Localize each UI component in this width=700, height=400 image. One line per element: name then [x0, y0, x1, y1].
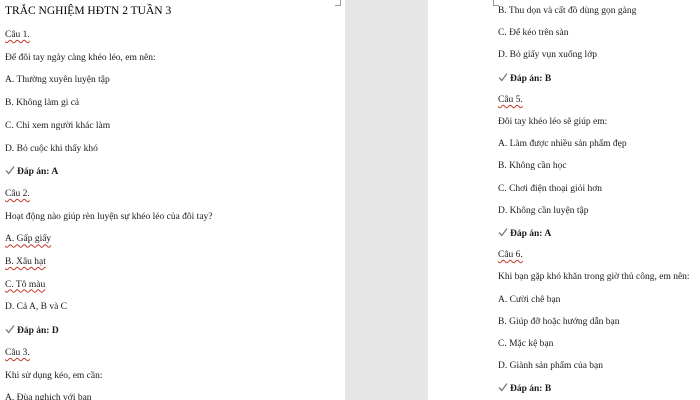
line-text: B. Giúp đỡ hoặc hướng dẫn bạn — [498, 316, 620, 327]
text-line: C. Để kéo trên sàn — [498, 27, 568, 39]
text-line: B. Giúp đỡ hoặc hướng dẫn bạn — [498, 316, 620, 328]
text-line: B. Không làm gì cả — [5, 97, 79, 109]
line-text: D. Giành sản phẩm của bạn — [498, 361, 603, 372]
line-text: A. Đùa nghịch với bạn — [5, 393, 92, 400]
answer-line: Đáp án: A — [5, 165, 58, 178]
text-line: Để đôi tay ngày càng khéo léo, em nên: — [5, 52, 156, 64]
text-line: B. Thu dọn và cất đồ dùng gọn gàng — [498, 5, 636, 17]
text-line: A. Làm được nhiều sản phẩm đẹp — [498, 138, 627, 150]
line-text: C. Mặc kệ bạn — [498, 339, 554, 349]
question-heading: Câu 2. — [5, 188, 30, 200]
line-text: B. Thu dọn và cất đồ dùng gọn gàng — [498, 6, 637, 16]
option-line: B. Xâu hạt — [5, 256, 46, 268]
text-line: Hoạt động nào giúp rèn luyện sự khéo léo… — [5, 211, 213, 223]
answer-text: Đáp án: B — [510, 384, 552, 395]
line-text: D. Không cần luyện tập — [498, 205, 589, 216]
line-text: Để đôi tay ngày càng khéo léo, em nên: — [5, 52, 156, 63]
text-line: B. Không cần học — [498, 160, 567, 172]
line-text: A. Cười chê bạn — [498, 294, 561, 305]
question-heading-text: Câu 5. — [498, 94, 523, 105]
question-heading: Câu 5. — [498, 94, 523, 106]
question-heading-text: Câu 2. — [5, 188, 30, 199]
line-text: Khi sử dụng kéo, em cần: — [5, 370, 103, 381]
text-line: C. Chơi điện thoại giỏi hơn — [498, 183, 602, 195]
text-line: D. Bỏ giấy vụn xuống lớp — [498, 49, 597, 61]
answer-text: Đáp án: A — [17, 167, 59, 178]
checkmark-icon — [5, 325, 15, 334]
text-line: A. Thường xuyên luyện tập — [5, 74, 110, 86]
option-text: B. Xâu hạt — [5, 257, 46, 267]
answer-line: Đáp án: B — [498, 382, 551, 395]
checkmark-icon — [5, 166, 15, 175]
question-heading: Câu 6. — [498, 249, 523, 261]
answer-text: Đáp án: D — [17, 326, 59, 337]
line-text: A. Làm được nhiều sản phẩm đẹp — [498, 139, 627, 150]
line-text: A. Thường xuyên luyện tập — [5, 75, 110, 86]
question-heading-text: Câu 3. — [5, 347, 30, 358]
question-heading-text: Câu 1. — [5, 30, 30, 40]
line-text: D. Bỏ giấy vụn xuống lớp — [498, 50, 597, 61]
answer-line: Đáp án: A — [498, 227, 551, 240]
line-text: Đôi tay khéo léo sẽ giúp em: — [498, 117, 608, 127]
line-text: C. Chỉ xem người khác làm — [5, 120, 111, 131]
text-line: Khi sử dụng kéo, em cần: — [5, 370, 103, 382]
line-text: Hoạt động nào giúp rèn luyện sự khéo léo… — [5, 211, 213, 222]
answer-text: Đáp án: A — [510, 229, 552, 239]
text-line: A. Đùa nghịch với bạn — [5, 392, 92, 400]
document-title: TRẮC NGHIỆM HĐTN 2 TUẦN 3 — [5, 5, 172, 17]
line-text: D. Cả A, B và C — [5, 302, 68, 313]
answer-text: Đáp án: B — [510, 73, 552, 84]
text-line: Khi bạn gặp khó khăn trong giờ thủ công,… — [498, 271, 690, 283]
line-text: C. Chơi điện thoại giỏi hơn — [498, 183, 602, 194]
text-line: Đôi tay khéo léo sẽ giúp em: — [498, 116, 607, 128]
margin-mark — [335, 5, 341, 6]
question-heading: Câu 3. — [5, 347, 30, 359]
answer-line: Đáp án: B — [498, 72, 551, 85]
checkmark-icon — [498, 228, 508, 237]
checkmark-icon — [498, 383, 508, 392]
text-line: D. Không cần luyện tập — [498, 205, 589, 217]
line-text: B. Không làm gì cả — [5, 98, 80, 109]
line-text: B. Không cần học — [498, 161, 567, 172]
option-line: A. Gấp giấy — [5, 233, 51, 245]
checkmark-icon — [498, 72, 508, 82]
text-line: D. Giành sản phẩm của bạn — [498, 360, 603, 372]
document-page-right: B. Thu dọn và cất đồ dùng gọn gàng C. Để … — [428, 0, 700, 400]
option-text: C. Tô màu — [5, 279, 46, 290]
margin-mark — [493, 5, 499, 6]
text-line: A. Cười chê bạn — [498, 294, 560, 306]
question-heading-text: Câu 6. — [498, 250, 523, 261]
question-heading: Câu 1. — [5, 29, 30, 41]
line-text: Khi bạn gặp khó khăn trong giờ thủ công,… — [498, 272, 690, 283]
line-text: C. Để kéo trên sàn — [498, 28, 569, 39]
text-line: C. Mặc kệ bạn — [498, 338, 553, 350]
text-line: C. Chỉ xem người khác làm — [5, 120, 110, 132]
text-line: D. Cả A, B và C — [5, 301, 67, 313]
option-line: C. Tô màu — [5, 279, 45, 291]
answer-line: Đáp án: D — [5, 324, 59, 337]
text-line: D. Bỏ cuộc khi thấy khó — [5, 143, 98, 155]
document-page-left: TRẮC NGHIỆM HĐTN 2 TUẦN 3 Câu 1. Để đôi t… — [0, 0, 345, 400]
line-text: D. Bỏ cuộc khi thấy khó — [5, 143, 98, 154]
option-text: A. Gấp giấy — [5, 234, 52, 245]
